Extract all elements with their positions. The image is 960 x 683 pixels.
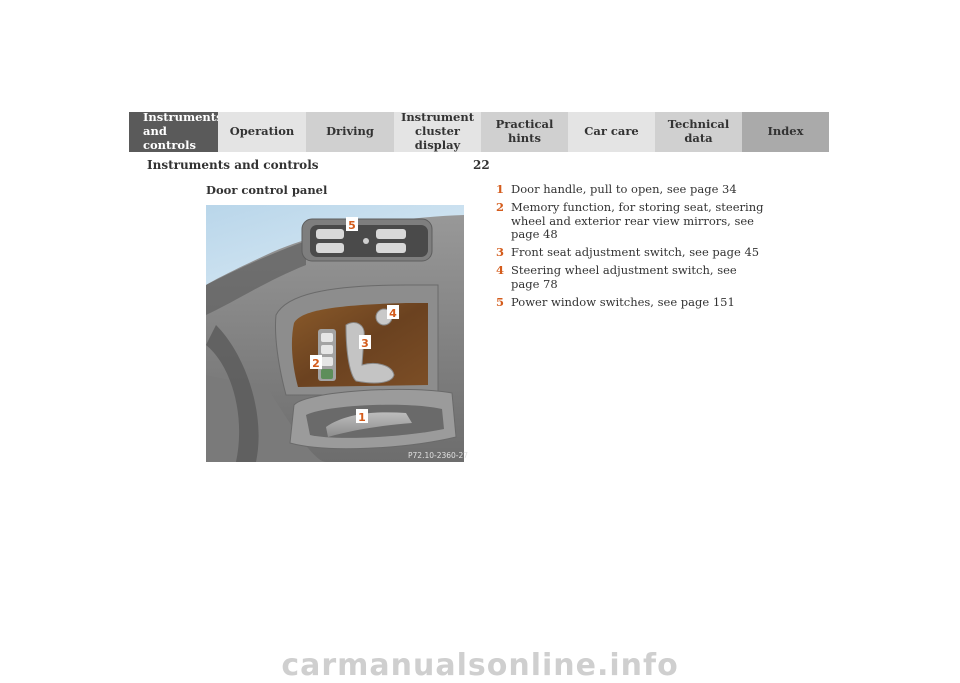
legend-text: Memory function, for storing seat, steer… — [511, 200, 764, 241]
legend-item: 3 Front seat adjustment switch, see page … — [496, 245, 766, 260]
page-number: 22 — [473, 158, 490, 172]
legend-item: 5 Power window switches, see page 151 — [496, 294, 766, 310]
legend-text: Front seat adjustment switch, see page 4… — [511, 245, 760, 259]
legend-number: 4 — [496, 263, 505, 277]
tab-label: Instrument cluster display — [400, 110, 475, 152]
legend-text: Power window switches, see page 151 — [511, 294, 735, 309]
section-title: Instruments and controls — [147, 158, 319, 172]
tab-car-care[interactable]: Car care — [568, 112, 655, 152]
callout-legend: 1 Door handle, pull to open, see page 34 … — [496, 182, 766, 314]
tab-label: Operation — [229, 124, 295, 139]
tab-operation[interactable]: Operation — [218, 112, 306, 152]
door-control-panel-illustration: 5 4 3 2 1 — [206, 205, 464, 462]
legend-text: Door handle, pull to open, see page 34 — [511, 182, 737, 196]
legend-item: 4 Steering wheel adjustment switch, see p… — [496, 263, 766, 291]
tab-instrument-cluster-display[interactable]: Instrument cluster display — [394, 110, 481, 152]
legend-item: 1 Door handle, pull to open, see page 34 — [496, 182, 766, 197]
callout-4: 4 — [389, 307, 397, 320]
tab-label: Index — [767, 124, 804, 139]
tab-technical-data[interactable]: Technical data — [655, 112, 742, 152]
callout-1: 1 — [358, 411, 366, 424]
tab-practical-hints[interactable]: Practical hints — [481, 112, 568, 152]
tab-label: Instruments and controls — [143, 110, 223, 152]
legend-number: 1 — [496, 182, 505, 196]
tab-label: Practical hints — [495, 117, 554, 145]
figure-code: P72.10-2360-27 — [408, 451, 469, 460]
legend-number: 2 — [496, 200, 505, 214]
callout-2: 2 — [312, 357, 320, 370]
tab-driving[interactable]: Driving — [306, 112, 394, 152]
callout-5: 5 — [348, 219, 356, 232]
callout-3: 3 — [361, 337, 369, 350]
door-panel-drawing: 5 4 3 2 1 — [206, 205, 464, 462]
figure-title: Door control panel — [206, 183, 328, 197]
tab-index[interactable]: Index — [742, 112, 829, 152]
chapter-tabs: Instruments and controls Operation Drivi… — [129, 110, 829, 152]
tab-label: Technical data — [667, 117, 730, 145]
legend-text: Steering wheel adjustment switch, see pa… — [511, 263, 737, 291]
tab-label: Driving — [326, 124, 374, 139]
legend-number: 3 — [496, 245, 505, 259]
legend-item: 2 Memory function, for storing seat, stee… — [496, 200, 766, 242]
tab-instruments-and-controls[interactable]: Instruments and controls — [129, 110, 223, 152]
legend-number: 5 — [496, 294, 505, 309]
tab-label: Car care — [584, 124, 639, 139]
